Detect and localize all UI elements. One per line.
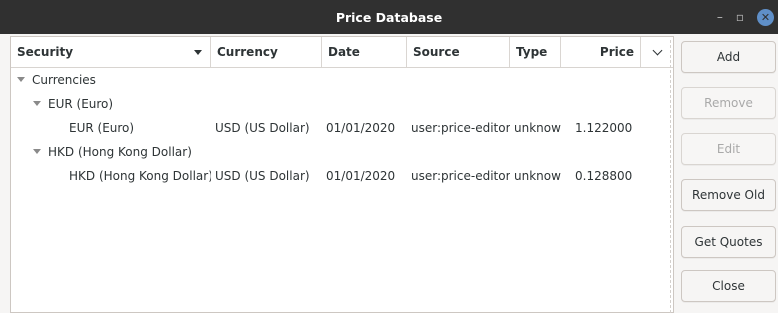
maximize-icon[interactable]: ▫ — [736, 11, 744, 23]
remove-button[interactable]: Remove — [681, 87, 776, 119]
cell-date: 01/01/2020 — [326, 169, 396, 183]
pane-divider[interactable] — [670, 40, 671, 313]
cell-source: user:price-editor — [411, 121, 510, 135]
cell-security: HKD (Hong Kong Dollar) — [69, 169, 211, 183]
cell-price: 0.128800 — [575, 169, 633, 183]
cell-date: 01/01/2020 — [326, 121, 396, 135]
column-header-type[interactable]: Type — [510, 37, 561, 67]
cell-currency: USD (US Dollar) — [215, 121, 310, 135]
column-header-security[interactable]: Security — [11, 37, 211, 67]
cell-type: unknow — [514, 121, 561, 135]
close-button[interactable]: Close — [681, 270, 776, 302]
edit-button[interactable]: Edit — [681, 133, 776, 165]
tree-header: Security Currency Date Source Type Price — [11, 37, 673, 68]
minimize-icon[interactable]: – — [717, 11, 723, 23]
expander-icon[interactable] — [17, 77, 25, 82]
chevron-down-icon — [652, 45, 662, 55]
column-header-source[interactable]: Source — [407, 37, 510, 67]
column-menu-button[interactable] — [641, 37, 673, 67]
add-button[interactable]: Add — [681, 41, 776, 73]
remove-old-button[interactable]: Remove Old — [681, 179, 776, 211]
cell-source: user:price-editor — [411, 169, 510, 183]
expander-icon[interactable] — [33, 101, 41, 106]
cell-price: 1.122000 — [575, 121, 633, 135]
price-tree-view[interactable]: Security Currency Date Source Type Price… — [10, 36, 674, 313]
sort-down-icon — [194, 50, 202, 55]
cell-security: EUR (Euro) — [69, 121, 135, 135]
tree-row-hkd-price[interactable]: HKD (Hong Kong Dollar) USD (US Dollar) 0… — [11, 164, 673, 188]
tree-row-eur-price[interactable]: EUR (Euro) USD (US Dollar) 01/01/2020 us… — [11, 116, 673, 140]
cell-currency: USD (US Dollar) — [215, 169, 310, 183]
cell-type: unknow — [514, 169, 561, 183]
column-header-price[interactable]: Price — [561, 37, 641, 67]
get-quotes-button[interactable]: Get Quotes — [681, 226, 776, 258]
expander-icon[interactable] — [33, 149, 41, 154]
close-window-icon[interactable]: ✕ — [757, 8, 774, 26]
title-bar: Price Database – ▫ ✕ — [0, 0, 778, 34]
window-title: Price Database — [335, 9, 443, 25]
column-header-currency[interactable]: Currency — [211, 37, 322, 67]
tree-row-hkd-group[interactable]: HKD (Hong Kong Dollar) — [11, 140, 673, 164]
tree-row-eur-group[interactable]: EUR (Euro) — [11, 92, 673, 116]
tree-row-currencies[interactable]: Currencies — [11, 68, 673, 92]
column-header-date[interactable]: Date — [322, 37, 407, 67]
window-controls: – ▫ ✕ — [717, 0, 774, 34]
